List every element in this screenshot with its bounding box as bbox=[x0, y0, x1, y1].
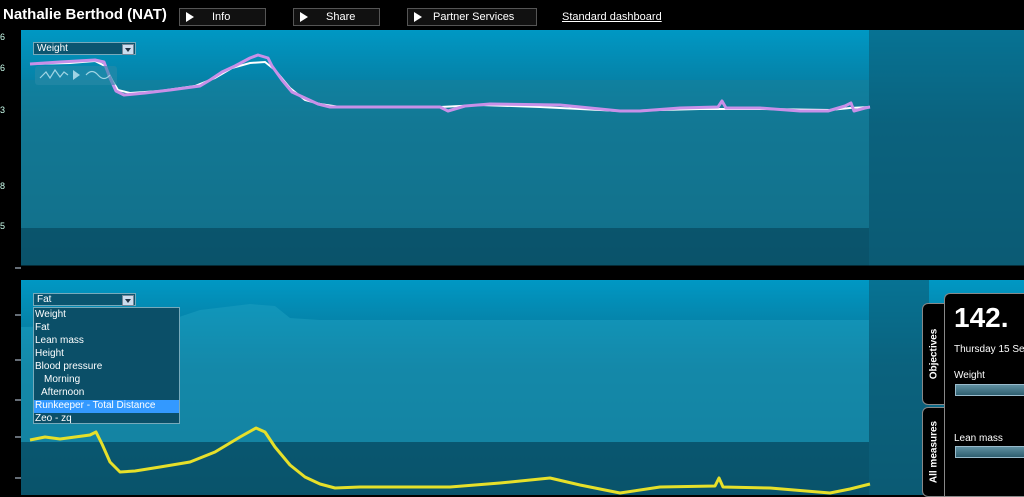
dropdown-option[interactable]: Blood pressure bbox=[34, 361, 179, 374]
dropdown-chevron-icon[interactable] bbox=[122, 44, 134, 55]
lean-mass-bar[interactable] bbox=[955, 446, 1024, 458]
current-value: 142. bbox=[954, 302, 1009, 333]
weight-measure-select[interactable]: Weight bbox=[33, 42, 136, 55]
fat-measure-select[interactable]: Fat bbox=[33, 293, 136, 306]
weight-label: Weight bbox=[954, 370, 985, 381]
measure-date: Thursday 15 Se bbox=[954, 344, 1024, 355]
tab-all-measures[interactable]: All measures bbox=[922, 407, 946, 497]
dropdown-option[interactable]: Height bbox=[34, 348, 179, 361]
fat-select-value: Fat bbox=[37, 294, 52, 305]
weight-bar[interactable] bbox=[955, 384, 1024, 396]
lean-mass-label: Lean mass bbox=[954, 433, 1003, 444]
tab-objectives[interactable]: Objectives bbox=[922, 303, 946, 405]
normal-range-band bbox=[21, 80, 869, 228]
dropdown-option[interactable]: Lean mass bbox=[34, 335, 179, 348]
weight-select-value: Weight bbox=[37, 43, 68, 54]
measure-dropdown-list: Weight Fat Lean mass Height Blood pressu… bbox=[33, 307, 180, 424]
dropdown-option[interactable]: Afternoon bbox=[34, 387, 179, 400]
dropdown-option-highlighted[interactable]: Runkeeper - Total Distance bbox=[34, 400, 179, 413]
bottom-y-axis bbox=[0, 280, 21, 495]
future-band bbox=[869, 30, 1024, 266]
dropdown-option[interactable]: Morning bbox=[34, 374, 179, 387]
dropdown-option[interactable]: Fat bbox=[34, 322, 179, 335]
dropdown-option[interactable]: Zeo - zq bbox=[34, 413, 179, 426]
dropdown-option[interactable]: Weight bbox=[34, 309, 179, 322]
lower-band bbox=[21, 228, 869, 266]
measure-summary-card: 142. Thursday 15 Se Weight Lean mass bbox=[944, 293, 1024, 497]
dropdown-chevron-icon[interactable] bbox=[122, 295, 134, 306]
sparkline-icon bbox=[35, 66, 117, 85]
